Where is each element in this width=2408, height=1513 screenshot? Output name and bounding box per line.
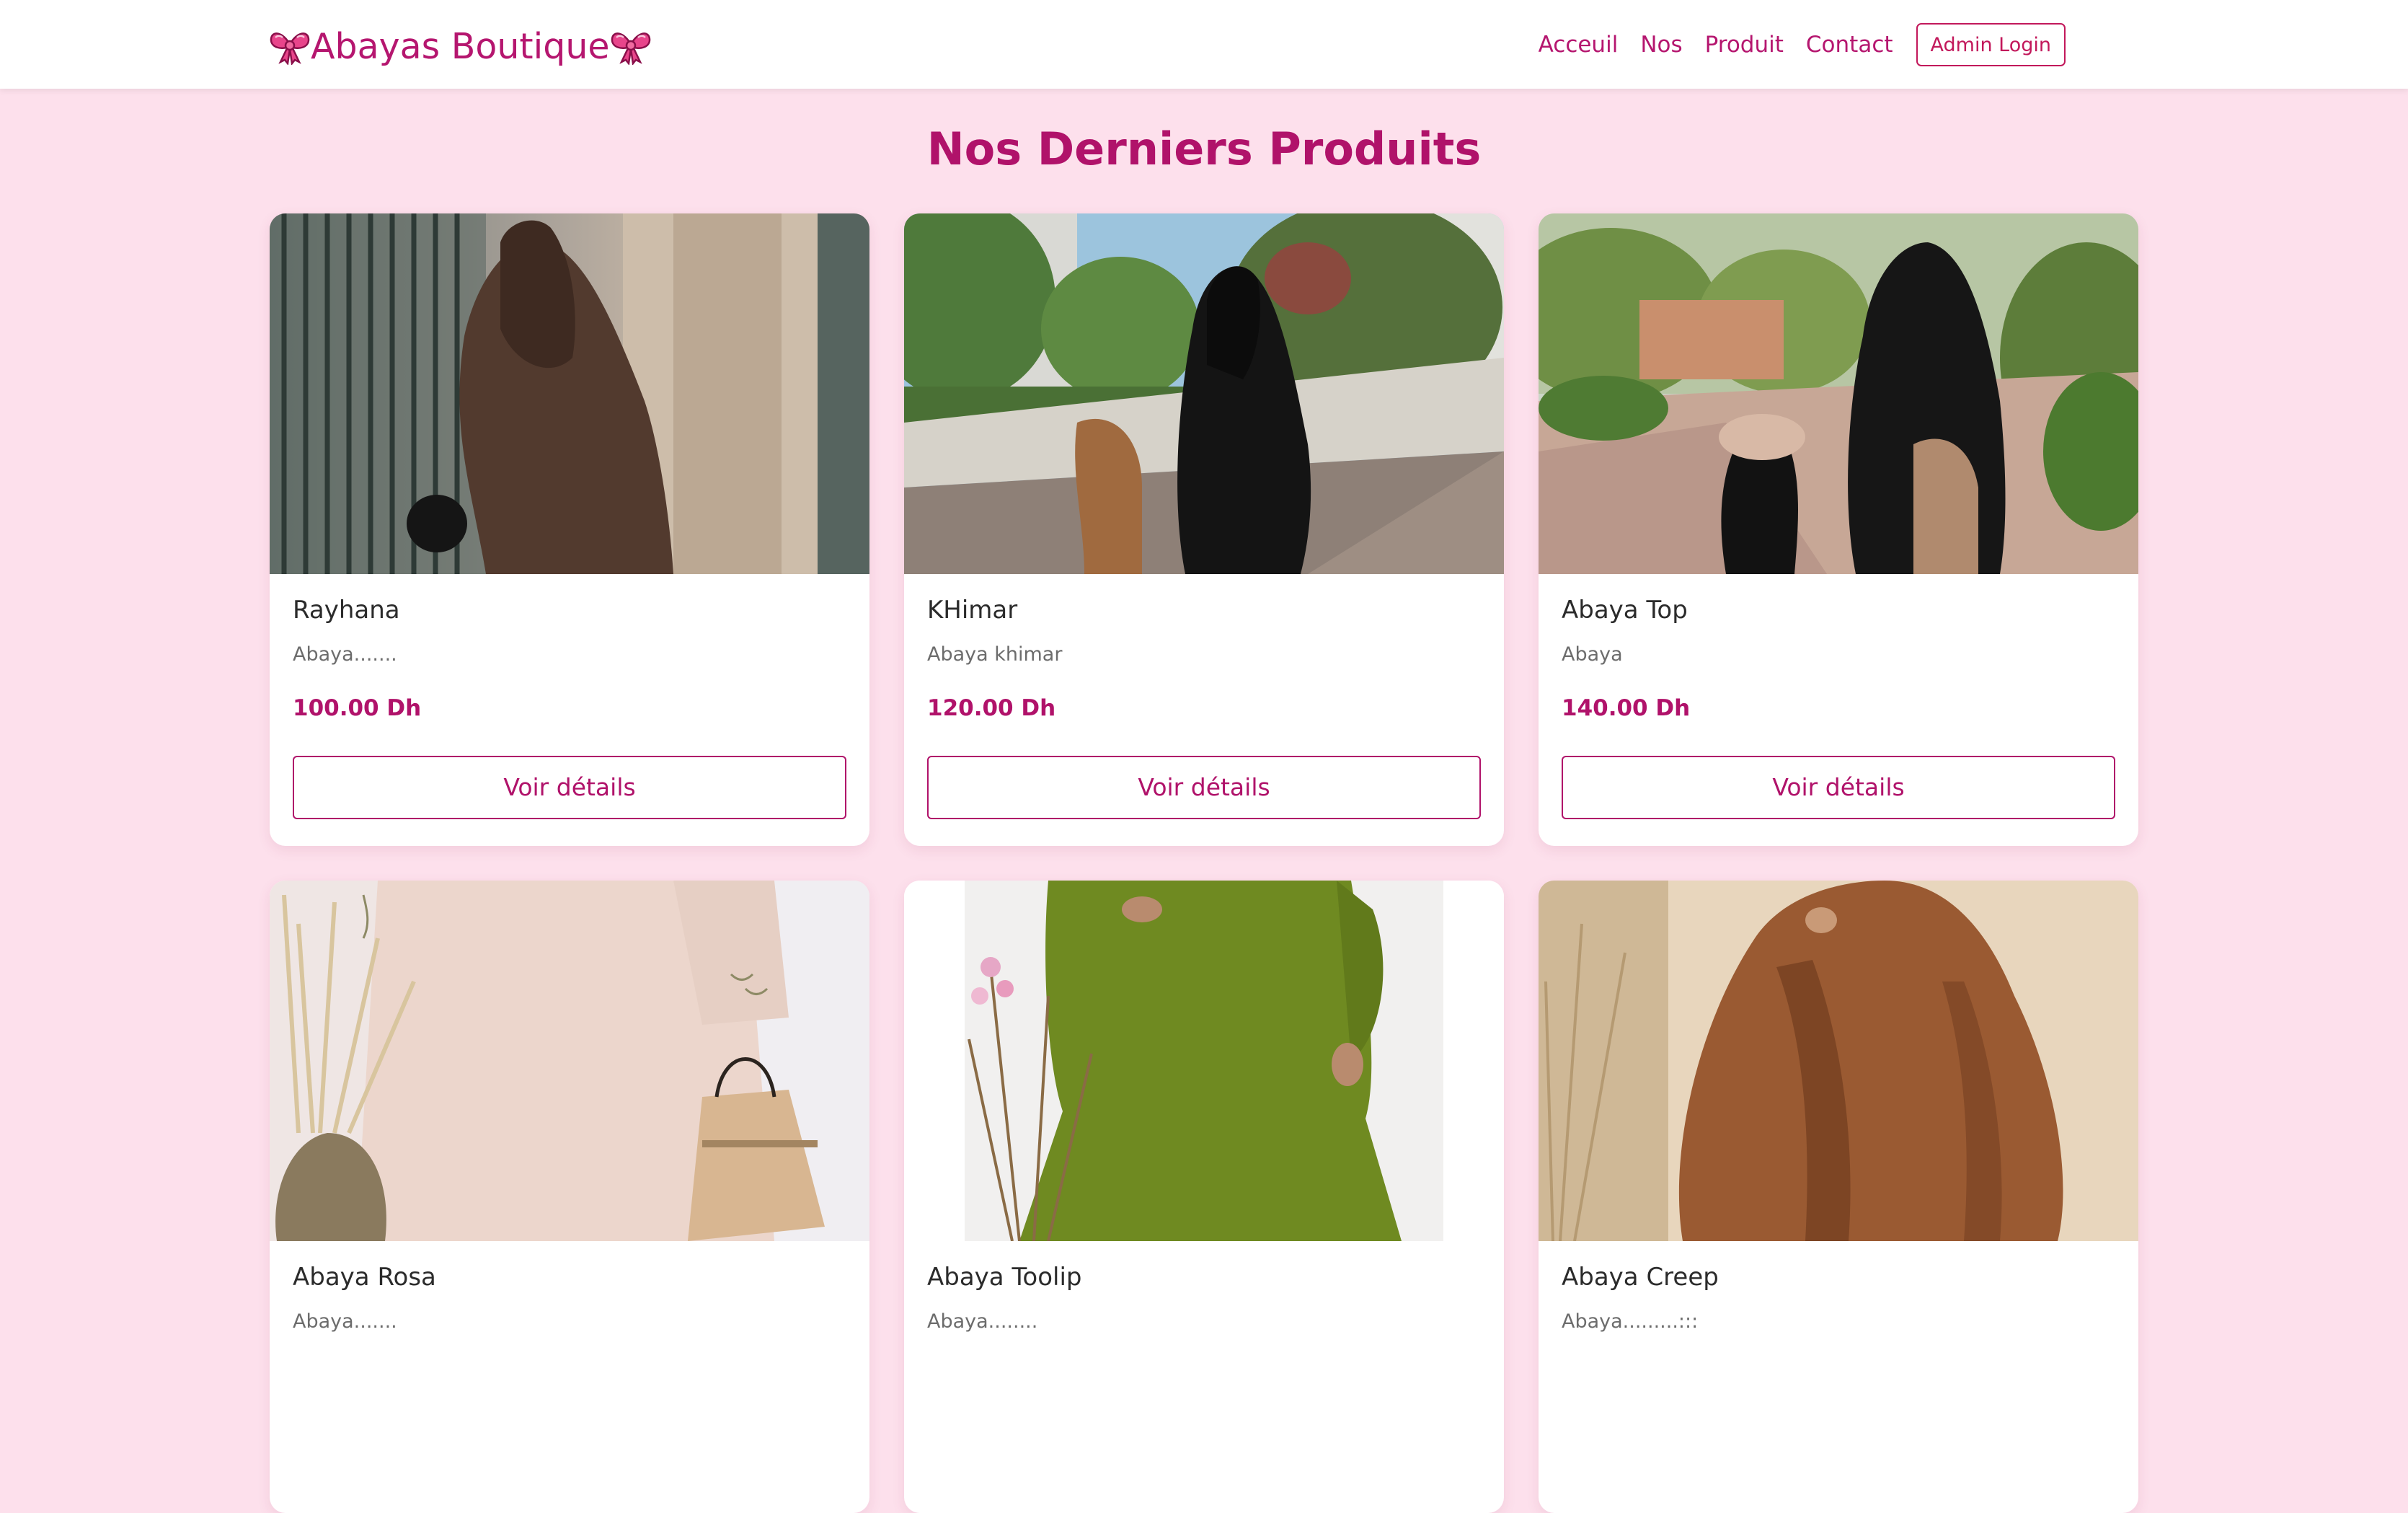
product-card: Abaya Toolip Abaya........ <box>904 881 1504 1513</box>
pink-bow-icon <box>269 27 311 65</box>
brand-logo[interactable]: Abayas Boutique <box>269 20 652 72</box>
pink-bow-icon <box>610 27 652 65</box>
navbar: Abayas Boutique Acceuil Nos Produit Cont… <box>0 0 2408 89</box>
nav-link-acceuil[interactable]: Acceuil <box>1539 32 1619 58</box>
section-title: Nos Derniers Produits <box>926 123 1482 175</box>
view-details-button[interactable]: Voir détails <box>293 756 846 819</box>
view-details-button[interactable]: Voir détails <box>927 756 1481 819</box>
product-description: Abaya <box>1562 643 1623 666</box>
product-card: Abaya Creep Abaya.........::: <box>1539 881 2138 1513</box>
view-details-button[interactable]: Voir détails <box>1562 756 2115 819</box>
product-image[interactable] <box>1539 881 2138 1241</box>
product-card: KHimar Abaya khimar 120.00 Dh Voir détai… <box>904 213 1504 846</box>
product-price: 100.00 Dh <box>293 695 422 721</box>
product-image[interactable] <box>1539 213 2138 574</box>
nav-link-contact[interactable]: Contact <box>1806 32 1893 58</box>
product-name: Abaya Top <box>1562 596 1688 625</box>
product-card: Abaya Top Abaya 140.00 Dh Voir détails <box>1539 213 2138 846</box>
brand-name: Abayas Boutique <box>311 25 610 67</box>
nav-link-nos[interactable]: Nos <box>1640 32 1682 58</box>
product-price: 120.00 Dh <box>927 695 1056 721</box>
product-image[interactable] <box>270 881 869 1241</box>
product-name: Abaya Rosa <box>293 1263 436 1292</box>
product-card: Abaya Rosa Abaya....... <box>270 881 869 1513</box>
product-image[interactable] <box>904 881 1504 1241</box>
product-description: Abaya....... <box>293 643 397 666</box>
product-name: Abaya Creep <box>1562 1263 1719 1292</box>
product-name: Rayhana <box>293 596 400 625</box>
nav-link-produit[interactable]: Produit <box>1705 32 1784 58</box>
product-card: Rayhana Abaya....... 100.00 Dh Voir déta… <box>270 213 869 846</box>
product-description: Abaya khimar <box>927 643 1063 666</box>
nav-links: Acceuil Nos Produit Contact Admin Login <box>1539 22 2066 68</box>
product-description: Abaya........ <box>927 1310 1038 1333</box>
product-name: Abaya Toolip <box>927 1263 1082 1292</box>
product-description: Abaya....... <box>293 1310 397 1333</box>
admin-login-button[interactable]: Admin Login <box>1916 23 2066 66</box>
product-price: 140.00 Dh <box>1562 695 1691 721</box>
product-image[interactable] <box>904 213 1504 574</box>
product-description: Abaya.........::: <box>1562 1310 1699 1333</box>
product-image[interactable] <box>270 213 869 574</box>
product-name: KHimar <box>927 596 1018 625</box>
